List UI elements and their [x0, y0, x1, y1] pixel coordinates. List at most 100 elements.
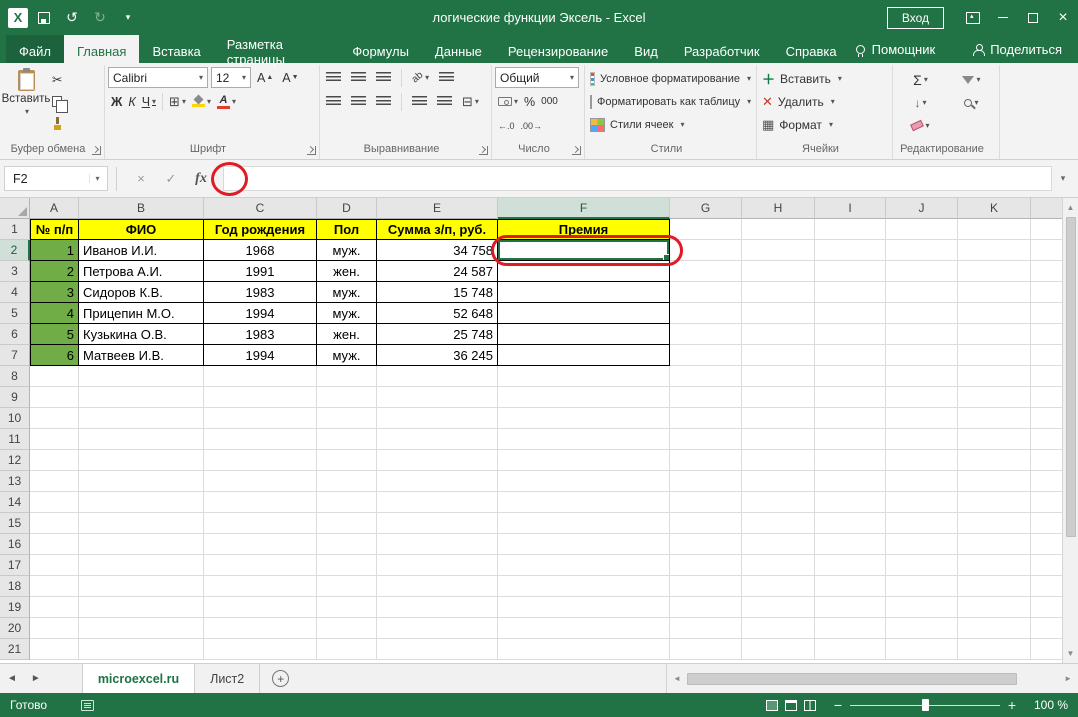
page-layout-view-button[interactable] — [785, 700, 797, 711]
cell-K21[interactable] — [958, 639, 1031, 660]
cell-H16[interactable] — [742, 534, 815, 555]
cell-H14[interactable] — [742, 492, 815, 513]
cell-A13[interactable] — [30, 471, 79, 492]
cell-G15[interactable] — [670, 513, 742, 534]
cell-B21[interactable] — [79, 639, 204, 660]
cell-A4[interactable]: 3 — [30, 282, 79, 303]
cell-C3[interactable]: 1991 — [204, 261, 317, 282]
font-size-select[interactable]: 12▾ — [211, 67, 251, 88]
cell-G3[interactable] — [670, 261, 742, 282]
italic-button[interactable]: К — [125, 91, 138, 112]
cell-C16[interactable] — [204, 534, 317, 555]
cell-C14[interactable] — [204, 492, 317, 513]
row-header-7[interactable]: 7 — [0, 345, 30, 366]
cell-J5[interactable] — [886, 303, 958, 324]
row-header-20[interactable]: 20 — [0, 618, 30, 639]
tab-developer[interactable]: Разработчик — [671, 35, 773, 63]
cell-G1[interactable] — [670, 219, 742, 240]
cell-F20[interactable] — [498, 618, 670, 639]
cancel-button[interactable]: × — [129, 166, 153, 191]
cell-B19[interactable] — [79, 597, 204, 618]
minimize-button[interactable] — [988, 4, 1018, 32]
tab-help[interactable]: Справка — [773, 35, 850, 63]
cell-F9[interactable] — [498, 387, 670, 408]
cell-D20[interactable] — [317, 618, 377, 639]
cell-G2[interactable] — [670, 240, 742, 261]
tab-data[interactable]: Данные — [422, 35, 495, 63]
cell-J8[interactable] — [886, 366, 958, 387]
macro-record-icon[interactable] — [81, 700, 94, 711]
cell-C9[interactable] — [204, 387, 317, 408]
cell-E5[interactable]: 52 648 — [377, 303, 498, 324]
cell-I1[interactable] — [815, 219, 886, 240]
cell-E15[interactable] — [377, 513, 498, 534]
cell-G10[interactable] — [670, 408, 742, 429]
row-header-19[interactable]: 19 — [0, 597, 30, 618]
cell-H13[interactable] — [742, 471, 815, 492]
vertical-scrollbar[interactable]: ▲ ▼ — [1062, 198, 1078, 663]
cell-F1[interactable]: Премия — [498, 219, 670, 240]
cell-C7[interactable]: 1994 — [204, 345, 317, 366]
scroll-up-icon[interactable]: ▲ — [1067, 198, 1075, 217]
cell-F5[interactable] — [498, 303, 670, 324]
cell-F13[interactable] — [498, 471, 670, 492]
cell-E20[interactable] — [377, 618, 498, 639]
cell-E12[interactable] — [377, 450, 498, 471]
cell-F8[interactable] — [498, 366, 670, 387]
cell-K8[interactable] — [958, 366, 1031, 387]
cell-C1[interactable]: Год рождения — [204, 219, 317, 240]
cell-C12[interactable] — [204, 450, 317, 471]
cell-A5[interactable]: 4 — [30, 303, 79, 324]
cell-I21[interactable] — [815, 639, 886, 660]
cell-A19[interactable] — [30, 597, 79, 618]
number-format-select[interactable]: Общий▾ — [495, 67, 579, 88]
cell-K5[interactable] — [958, 303, 1031, 324]
cell-E21[interactable] — [377, 639, 498, 660]
cell-K14[interactable] — [958, 492, 1031, 513]
cell-E18[interactable] — [377, 576, 498, 597]
cell-J20[interactable] — [886, 618, 958, 639]
conditional-formatting-button[interactable]: Условное форматирование ▾ — [588, 67, 753, 90]
cell-J12[interactable] — [886, 450, 958, 471]
cell-H11[interactable] — [742, 429, 815, 450]
maximize-button[interactable] — [1018, 4, 1048, 32]
cell-G18[interactable] — [670, 576, 742, 597]
cell-D14[interactable] — [317, 492, 377, 513]
cell-K9[interactable] — [958, 387, 1031, 408]
row-header-2[interactable]: 2 — [0, 240, 30, 261]
cell-E9[interactable] — [377, 387, 498, 408]
cell-I17[interactable] — [815, 555, 886, 576]
cell-J19[interactable] — [886, 597, 958, 618]
cell-A20[interactable] — [30, 618, 79, 639]
cell-J4[interactable] — [886, 282, 958, 303]
fill-button[interactable]: ↓▾ — [896, 92, 945, 113]
cell-D10[interactable] — [317, 408, 377, 429]
align-middle-button[interactable] — [348, 67, 369, 88]
cell-A18[interactable] — [30, 576, 79, 597]
cell-G6[interactable] — [670, 324, 742, 345]
cell-B17[interactable] — [79, 555, 204, 576]
cell-K12[interactable] — [958, 450, 1031, 471]
cell-I18[interactable] — [815, 576, 886, 597]
cell-K3[interactable] — [958, 261, 1031, 282]
normal-view-button[interactable] — [766, 700, 778, 711]
zoom-slider[interactable] — [850, 698, 1000, 712]
cell-C2[interactable]: 1968 — [204, 240, 317, 261]
cell-E4[interactable]: 15 748 — [377, 282, 498, 303]
cell-G20[interactable] — [670, 618, 742, 639]
cell-F15[interactable] — [498, 513, 670, 534]
alignment-dialog-launcher-icon[interactable] — [479, 146, 488, 155]
cell-C5[interactable]: 1994 — [204, 303, 317, 324]
cell-K18[interactable] — [958, 576, 1031, 597]
cell-D5[interactable]: муж. — [317, 303, 377, 324]
increase-indent-button[interactable] — [434, 91, 455, 112]
align-center-button[interactable] — [348, 91, 369, 112]
cell-D9[interactable] — [317, 387, 377, 408]
cell-H21[interactable] — [742, 639, 815, 660]
row-header-4[interactable]: 4 — [0, 282, 30, 303]
col-header-C[interactable]: C — [204, 198, 317, 219]
cell-J11[interactable] — [886, 429, 958, 450]
sheet-nav-right-icon[interactable]: ► — [24, 664, 48, 693]
cell-G17[interactable] — [670, 555, 742, 576]
cell-G11[interactable] — [670, 429, 742, 450]
